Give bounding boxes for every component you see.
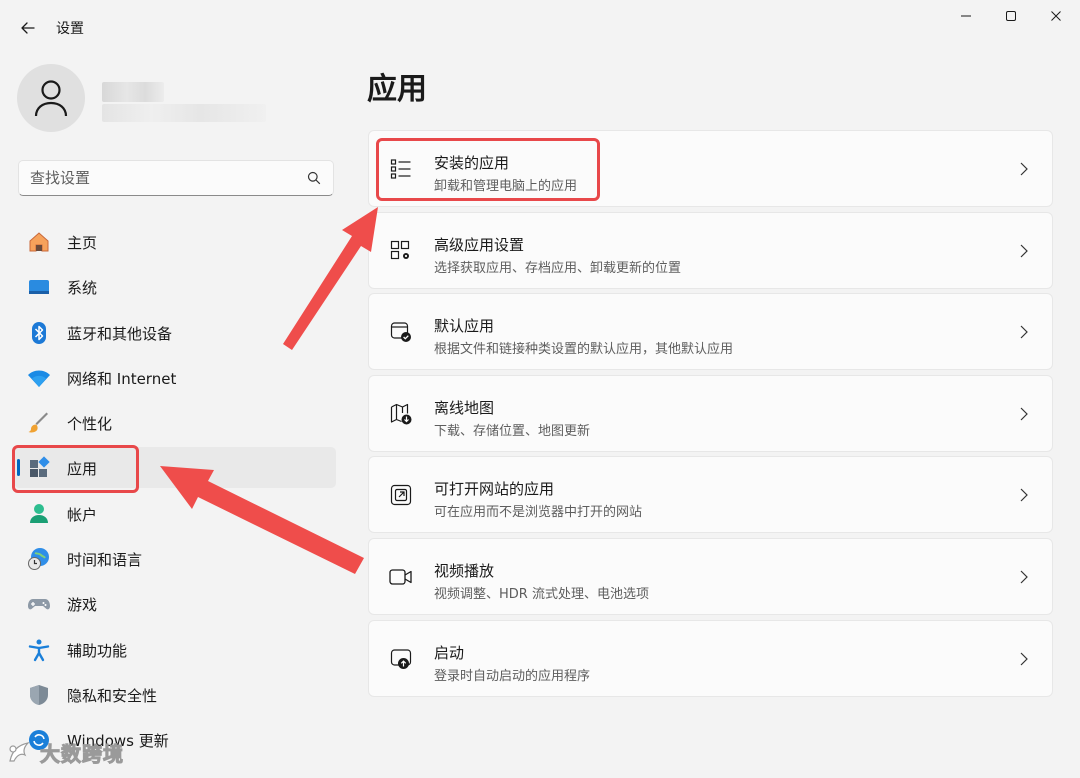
card-offline-maps[interactable]: 离线地图 下载、存储位置、地图更新 <box>368 374 1053 452</box>
chevron-right-icon <box>1018 243 1030 259</box>
search-icon[interactable] <box>307 171 321 185</box>
card-subtitle: 视频调整、HDR 流式处理、电池选项 <box>434 586 649 602</box>
card-title: 启动 <box>434 643 465 662</box>
gamepad-icon <box>27 592 51 616</box>
watermark: 大数跨境 <box>6 738 124 767</box>
arrow-left-icon <box>21 22 35 34</box>
chevron-right-icon <box>1018 651 1030 667</box>
user-email-redacted <box>102 104 266 122</box>
chevron-right-icon <box>1018 406 1030 422</box>
card-title: 默认应用 <box>434 317 495 336</box>
sidebar-item-label: 辅助功能 <box>67 641 128 660</box>
close-button[interactable] <box>1036 4 1076 28</box>
sidebar-item-label: 时间和语言 <box>67 551 143 570</box>
sidebar-item-bluetooth[interactable]: 蓝牙和其他设备 <box>14 312 336 353</box>
accessibility-icon <box>27 638 51 662</box>
time-language-icon <box>27 547 51 571</box>
annotation-box-apps <box>12 445 139 493</box>
minimize-icon <box>961 15 971 17</box>
card-subtitle: 选择获取应用、存档应用、卸载更新的位置 <box>434 260 682 276</box>
avatar[interactable] <box>17 64 85 132</box>
annotation-box-installed-apps <box>376 138 600 201</box>
card-default-apps[interactable]: 默认应用 根据文件和链接种类设置的默认应用，其他默认应用 <box>368 293 1053 371</box>
offline-map-icon <box>389 402 413 426</box>
card-title: 高级应用设置 <box>434 235 525 254</box>
watermark-text: 大数跨境 <box>40 742 124 767</box>
home-icon <box>27 230 51 254</box>
close-icon <box>1051 11 1061 21</box>
maximize-button[interactable] <box>991 4 1031 28</box>
card-advanced-app-settings[interactable]: 高级应用设置 选择获取应用、存档应用、卸载更新的位置 <box>368 211 1053 289</box>
card-apps-for-websites[interactable]: 可打开网站的应用 可在应用而不是浏览器中打开的网站 <box>368 456 1053 534</box>
sidebar-item-label: 系统 <box>67 279 98 298</box>
sidebar-item-label: 蓝牙和其他设备 <box>67 324 173 343</box>
card-subtitle: 下载、存储位置、地图更新 <box>434 423 591 439</box>
title-bar: 设置 <box>0 0 1080 54</box>
wifi-icon <box>27 366 51 390</box>
page-title: 应用 <box>367 72 427 107</box>
sidebar-item-gaming[interactable]: 游戏 <box>14 583 336 624</box>
chevron-right-icon <box>1018 324 1030 340</box>
card-subtitle: 可在应用而不是浏览器中打开的网站 <box>434 505 643 521</box>
sidebar-item-accessibility[interactable]: 辅助功能 <box>14 629 336 670</box>
watermark-logo-icon <box>9 741 30 762</box>
card-title: 视频播放 <box>434 561 495 580</box>
sidebar-item-network[interactable]: 网络和 Internet <box>14 357 336 398</box>
sidebar-item-personalization[interactable]: 个性化 <box>14 402 336 443</box>
back-button[interactable] <box>14 14 42 42</box>
person-icon <box>34 80 68 117</box>
sidebar-item-label: 游戏 <box>67 596 98 615</box>
chevron-right-icon <box>1018 569 1030 585</box>
settings-card-list: 安装的应用 卸载和管理电脑上的应用 高级应用设置 选择获取应用、存档应用、卸载更… <box>368 130 1053 701</box>
sidebar-item-time-language[interactable]: 时间和语言 <box>14 538 336 579</box>
user-name-redacted <box>102 82 164 102</box>
card-title: 离线地图 <box>434 398 495 417</box>
maximize-icon <box>1006 11 1016 21</box>
sidebar-item-label: 隐私和安全性 <box>67 686 158 705</box>
card-video-playback[interactable]: 视频播放 视频调整、HDR 流式处理、电池选项 <box>368 537 1053 615</box>
minimize-button[interactable] <box>946 4 986 28</box>
search-box[interactable] <box>18 160 334 196</box>
window-title: 设置 <box>56 21 84 37</box>
sidebar-item-privacy[interactable]: 隐私和安全性 <box>14 674 336 715</box>
startup-icon <box>389 647 413 671</box>
sidebar-item-home[interactable]: 主页 <box>14 221 336 262</box>
account-icon <box>27 502 51 526</box>
video-icon <box>389 565 413 589</box>
search-input[interactable] <box>19 161 299 195</box>
card-subtitle: 登录时自动启动的应用程序 <box>434 668 591 684</box>
system-icon <box>27 275 51 299</box>
card-title: 可打开网站的应用 <box>434 480 555 499</box>
sidebar-item-label: 网络和 Internet <box>67 369 177 388</box>
bluetooth-icon <box>27 321 51 345</box>
chevron-right-icon <box>1018 487 1030 503</box>
advanced-apps-icon <box>389 239 413 263</box>
sidebar-item-system[interactable]: 系统 <box>14 266 336 307</box>
card-startup[interactable]: 启动 登录时自动启动的应用程序 <box>368 619 1053 697</box>
sidebar-item-label: 帐户 <box>67 505 98 524</box>
sidebar-item-label: 主页 <box>67 234 98 252</box>
card-subtitle: 根据文件和链接种类设置的默认应用，其他默认应用 <box>434 342 734 358</box>
default-apps-icon <box>389 320 413 344</box>
open-link-icon <box>389 483 413 507</box>
chevron-right-icon <box>1018 161 1030 177</box>
sidebar-item-label: 个性化 <box>67 415 113 434</box>
shield-icon <box>27 683 51 707</box>
brush-icon <box>27 411 51 435</box>
sidebar-item-accounts[interactable]: 帐户 <box>14 493 336 534</box>
